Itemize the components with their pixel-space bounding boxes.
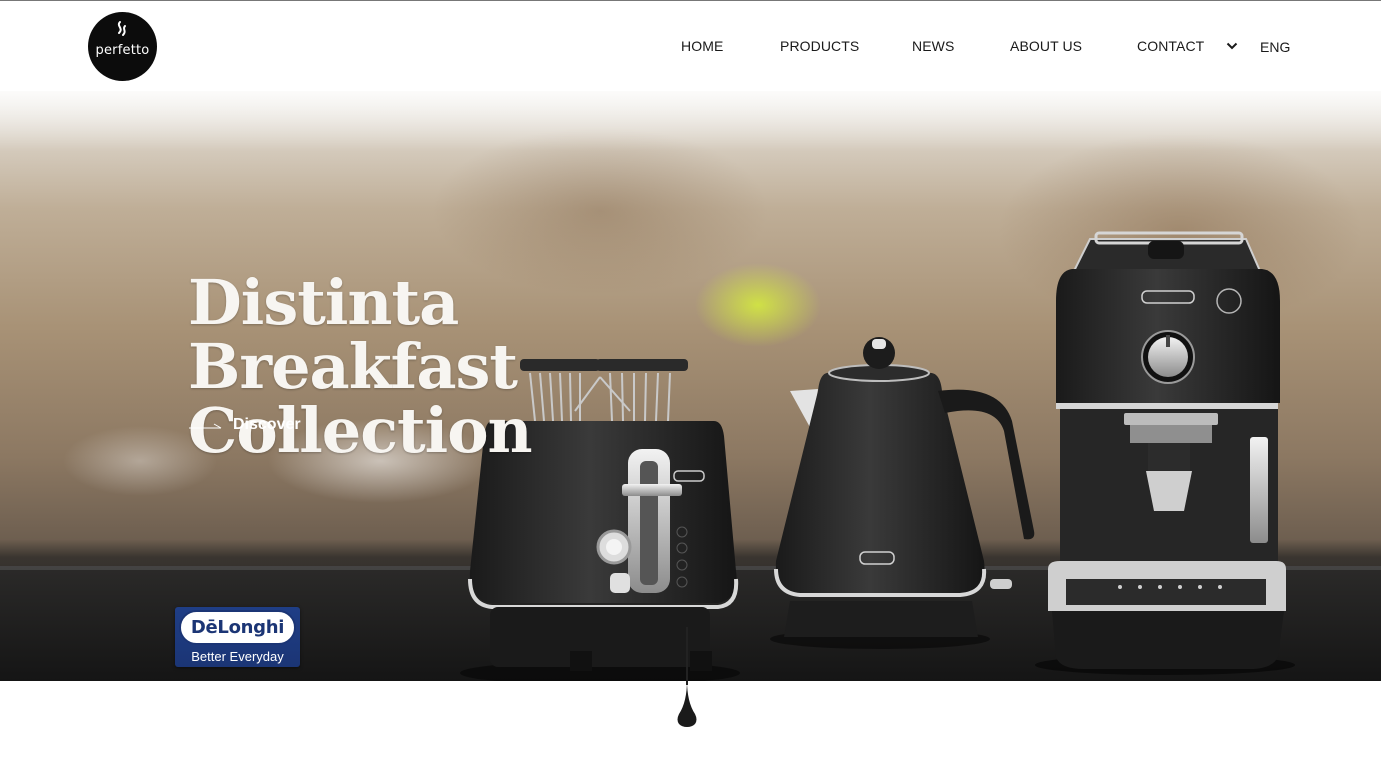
nav-contact[interactable]: CONTACT: [1137, 38, 1204, 54]
hero-title: Distinta Breakfast Collection: [188, 271, 748, 463]
badge-brand: DēLonghi: [190, 617, 285, 638]
badge-logo-oval: DēLonghi: [179, 610, 296, 645]
espresso-machine: [1035, 231, 1295, 675]
site-logo[interactable]: perfetto: [88, 12, 157, 81]
kettle: [770, 337, 1035, 649]
language-selector[interactable]: ENG: [1260, 39, 1290, 55]
nav-about-us[interactable]: ABOUT US: [1010, 38, 1082, 54]
delonghi-badge: DēLonghi Better Everyday: [175, 607, 300, 667]
hero-banner: Distinta Breakfast Collection Discover D…: [0, 91, 1381, 681]
nav-products[interactable]: PRODUCTS: [780, 38, 859, 54]
site-header: perfetto HOME PRODUCTS NEWS ABOUT US CON…: [0, 1, 1381, 91]
logo-text: perfetto: [95, 43, 150, 58]
arrow-right-icon: [189, 423, 222, 429]
nav-news[interactable]: NEWS: [912, 38, 954, 54]
nav-home[interactable]: HOME: [681, 38, 723, 54]
scroll-drop-icon[interactable]: [676, 680, 698, 728]
chevron-down-icon[interactable]: [1226, 41, 1238, 51]
hero-title-line-1: Distinta Breakfast: [188, 266, 518, 403]
discover-label: Discover: [233, 416, 301, 433]
scroll-indicator-line: [686, 627, 688, 685]
steam-icon: [117, 21, 126, 36]
badge-tagline: Better Everyday: [191, 649, 284, 664]
